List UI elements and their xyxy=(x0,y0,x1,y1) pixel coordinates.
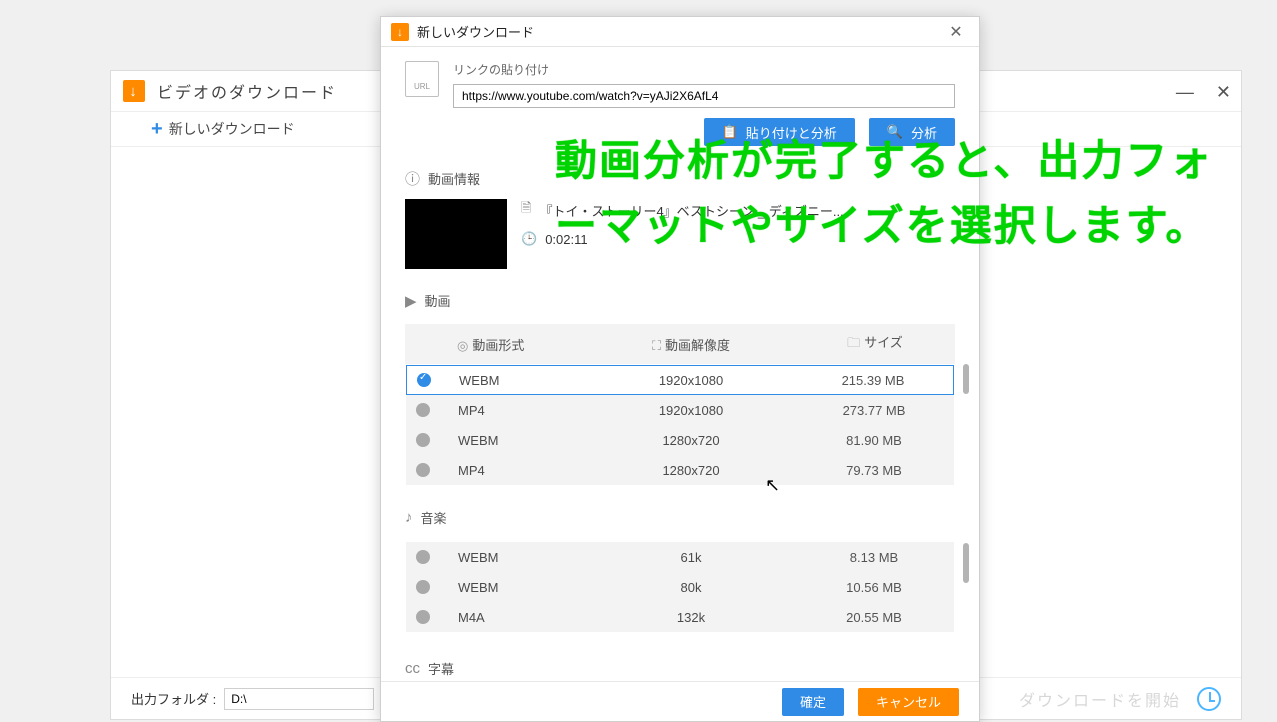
video-duration: 0:02:11 xyxy=(545,232,587,247)
row-radio[interactable] xyxy=(417,373,431,387)
clipboard-icon: 📋 xyxy=(722,124,738,140)
audio-format-row[interactable]: M4A132k20.55 MB xyxy=(406,602,954,632)
row-format: WEBM xyxy=(458,550,578,565)
output-folder-label: 出力フォルダ : xyxy=(131,689,216,708)
video-grid-scrollbar[interactable] xyxy=(963,364,969,394)
start-download-disabled: ダウンロードを開始 xyxy=(1019,687,1181,711)
audio-grid-scrollbar[interactable] xyxy=(963,543,969,583)
dialog-close-button[interactable]: ✕ xyxy=(943,22,969,42)
row-bitrate: 61k xyxy=(578,550,804,565)
plus-icon: + xyxy=(151,118,163,141)
row-size: 273.77 MB xyxy=(804,403,944,418)
video-format-row[interactable]: MP41920x1080273.77 MB xyxy=(406,395,954,425)
cancel-button[interactable]: キャンセル xyxy=(858,688,959,716)
clock-small-icon: 🕒 xyxy=(521,231,537,247)
format-icon: ◎ xyxy=(457,338,468,353)
row-size: 8.13 MB xyxy=(804,550,944,565)
video-thumbnail xyxy=(405,199,507,269)
video-format-row[interactable]: WEBM1920x1080215.39 MB xyxy=(406,365,954,395)
row-format: WEBM xyxy=(458,580,578,595)
info-icon: ⓘ xyxy=(405,168,420,189)
cc-icon: ᴄᴄ xyxy=(405,660,420,677)
new-download-button[interactable]: 新しいダウンロード xyxy=(169,119,295,139)
video-format-row[interactable]: WEBM1280x72081.90 MB xyxy=(406,425,954,455)
paste-analyze-button[interactable]: 📋 貼り付けと分析 xyxy=(704,118,855,146)
dialog-title: 新しいダウンロード xyxy=(417,22,534,41)
video-section-label: 動画 xyxy=(425,291,451,310)
close-button[interactable]: ✕ xyxy=(1216,83,1233,101)
row-size: 215.39 MB xyxy=(803,373,943,388)
row-format: M4A xyxy=(458,610,578,625)
audio-format-row[interactable]: WEBM80k10.56 MB xyxy=(406,572,954,602)
row-radio[interactable] xyxy=(416,610,430,624)
url-input[interactable] xyxy=(453,84,955,108)
output-folder-input[interactable] xyxy=(224,688,374,710)
row-size: 20.55 MB xyxy=(804,610,944,625)
row-bitrate: 80k xyxy=(578,580,804,595)
video-format-row[interactable]: MP41280x72079.73 MB xyxy=(406,455,954,485)
dialog-titlebar: ↓ 新しいダウンロード ✕ xyxy=(381,17,979,47)
dialog-app-icon: ↓ xyxy=(391,23,409,41)
row-format: MP4 xyxy=(458,403,578,418)
row-resolution: 1280x720 xyxy=(578,463,804,478)
row-radio[interactable] xyxy=(416,463,430,477)
audio-format-grid: WEBM61k8.13 MBWEBM80k10.56 MBM4A132k20.5… xyxy=(405,541,955,633)
video-format-grid: ◎動画形式 ⛶動画解像度 🗀サイズ WEBM1920x1080215.39 MB… xyxy=(405,324,955,486)
link-paste-label: リンクの貼り付け xyxy=(453,61,955,78)
row-radio[interactable] xyxy=(416,550,430,564)
video-meta: 🗎 『トイ・ストーリー4』ベストシーン _ ディズニー... 🕒 0:02:11 xyxy=(521,199,844,269)
audio-format-row[interactable]: WEBM61k8.13 MB xyxy=(406,542,954,572)
video-info-label: 動画情報 xyxy=(428,169,480,188)
video-title: 『トイ・ストーリー4』ベストシーン _ ディズニー... xyxy=(539,201,843,220)
row-format: WEBM xyxy=(459,373,579,388)
analyze-button[interactable]: 🔍 分析 xyxy=(869,118,955,146)
row-size: 10.56 MB xyxy=(804,580,944,595)
file-icon: 🗎 xyxy=(521,199,531,221)
url-icon xyxy=(405,61,439,97)
row-size: 79.73 MB xyxy=(804,463,944,478)
resolution-icon: ⛶ xyxy=(652,338,661,353)
confirm-button[interactable]: 確定 xyxy=(782,688,844,716)
row-format: WEBM xyxy=(458,433,578,448)
row-size: 81.90 MB xyxy=(804,433,944,448)
size-icon: 🗀 xyxy=(847,335,860,350)
row-format: MP4 xyxy=(458,463,578,478)
bg-title: ビデオのダウンロード xyxy=(157,79,337,103)
row-bitrate: 132k xyxy=(578,610,804,625)
audio-section-label: 音楽 xyxy=(421,508,447,527)
row-resolution: 1920x1080 xyxy=(578,403,804,418)
subtitle-section-label: 字幕 xyxy=(428,659,454,678)
row-radio[interactable] xyxy=(416,433,430,447)
new-download-dialog: ↓ 新しいダウンロード ✕ リンクの貼り付け 📋 貼り付けと分析 🔍 分析 xyxy=(380,16,980,722)
clock-icon[interactable] xyxy=(1197,687,1221,711)
video-icon: ▶ xyxy=(405,292,417,310)
row-resolution: 1920x1080 xyxy=(579,373,803,388)
minimize-button[interactable]: — xyxy=(1176,83,1196,101)
search-icon: 🔍 xyxy=(887,124,903,140)
row-radio[interactable] xyxy=(416,403,430,417)
app-icon: ↓ xyxy=(123,80,145,102)
music-icon: ♪ xyxy=(405,509,413,526)
row-resolution: 1280x720 xyxy=(578,433,804,448)
row-radio[interactable] xyxy=(416,580,430,594)
